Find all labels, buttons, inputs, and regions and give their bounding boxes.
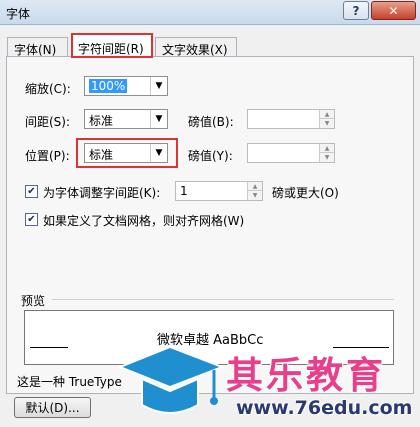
kerning-checkbox[interactable]: ✔: [25, 185, 38, 198]
chevron-down-icon[interactable]: ▼: [150, 110, 167, 128]
spin-down-icon[interactable]: ▼: [319, 119, 334, 128]
scale-value: 100%: [89, 79, 128, 93]
spin-up-icon[interactable]: ▲: [319, 144, 334, 153]
default-button[interactable]: 默认(D)...: [14, 397, 91, 418]
scale-label: 缩放(C):: [25, 82, 71, 96]
kerning-suffix: 磅或更大(O): [272, 186, 339, 200]
spacing-value: 标准: [89, 114, 114, 128]
window-title: 字体: [6, 7, 31, 21]
kerning-spinner[interactable]: 1 ▲ ▼: [175, 181, 263, 201]
spin-down-icon[interactable]: ▼: [247, 191, 262, 200]
tab-character-spacing[interactable]: 字符间距(R): [71, 33, 153, 58]
kerning-value: 1: [180, 184, 188, 198]
position-by-label: 磅值(Y):: [188, 149, 233, 163]
kerning-label: 为字体调整字间距(K):: [43, 186, 161, 200]
spacing-combobox[interactable]: 标准 ▼: [84, 109, 168, 129]
grid-label: 如果定义了文档网格，则对齐网格(W): [43, 214, 245, 228]
position-by-spinner[interactable]: ▲ ▼: [247, 143, 335, 163]
spacing-by-spinner[interactable]: ▲ ▼: [247, 109, 335, 129]
baseline-left: [30, 347, 68, 348]
position-label: 位置(P):: [25, 149, 70, 163]
close-button[interactable]: ✕: [371, 1, 416, 20]
help-button[interactable]: ?: [343, 1, 369, 20]
spacing-by-label: 磅值(B):: [188, 115, 234, 129]
position-combobox[interactable]: 标准 ▼: [84, 143, 168, 163]
spin-down-icon[interactable]: ▼: [319, 153, 334, 162]
brand-name: 其乐教育: [226, 354, 386, 397]
graduation-cap-icon: [118, 345, 225, 414]
watermark-logo: 其乐教育 www.76edu.com: [118, 343, 420, 427]
font-description: 这是一种 TrueType: [17, 375, 122, 389]
title-bar: 字体 ? ✕: [0, 0, 420, 25]
spin-up-icon[interactable]: ▲: [319, 110, 334, 119]
spacing-label: 间距(S):: [25, 115, 71, 129]
spin-up-icon[interactable]: ▲: [247, 182, 262, 191]
chevron-down-icon[interactable]: ▼: [150, 144, 167, 162]
preview-divider: [52, 299, 394, 300]
position-value: 标准: [89, 148, 114, 162]
brand-url: www.76edu.com: [236, 397, 413, 419]
grid-checkbox[interactable]: ✔: [25, 213, 38, 226]
tab-text-effects[interactable]: 文字效果(X): [155, 37, 237, 57]
chevron-down-icon[interactable]: ▼: [150, 77, 167, 95]
preview-label: 预览: [21, 294, 46, 308]
scale-combobox[interactable]: 100% ▼: [84, 76, 168, 96]
tab-font[interactable]: 字体(N): [7, 37, 68, 57]
